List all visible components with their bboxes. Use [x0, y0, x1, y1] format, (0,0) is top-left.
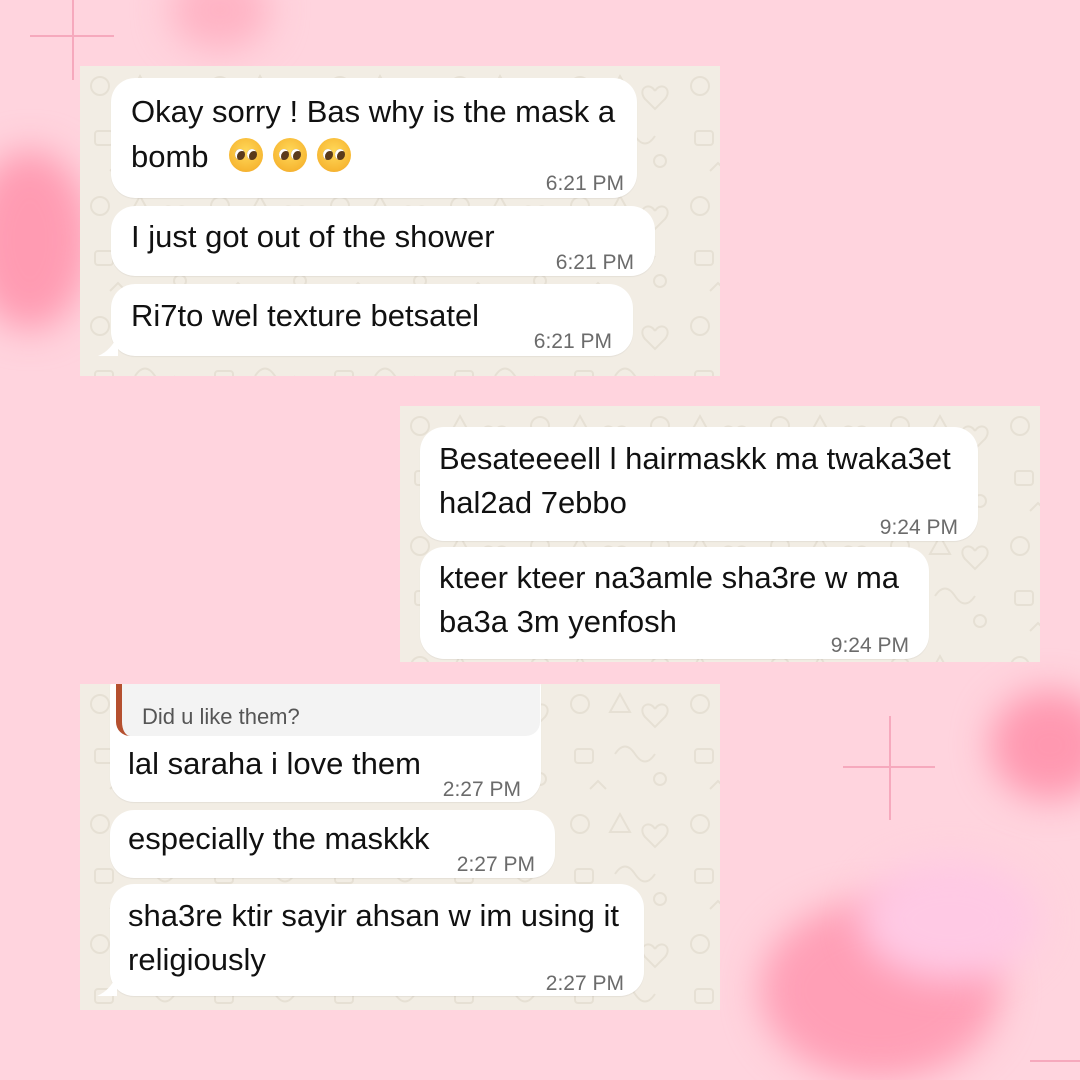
message-text: Besateeeell l hairmaskk ma twaka3et	[439, 441, 951, 476]
message-text: hal2ad 7ebbo	[439, 485, 627, 520]
message-bubble[interactable]: Did u like them? lal saraha i love them …	[110, 684, 541, 802]
message-timestamp: 9:24 PM	[830, 634, 909, 657]
message-timestamp: 2:27 PM	[442, 778, 521, 801]
message-timestamp: 9:24 PM	[879, 516, 958, 539]
message-bubble[interactable]: kteer kteer na3amle sha3re w ma ba3a 3m …	[420, 547, 929, 659]
message-timestamp: 2:27 PM	[545, 972, 624, 995]
bubble-tail	[98, 334, 118, 356]
message-bubble[interactable]: Ri7to wel texture betsatel 6:21 PM	[111, 284, 633, 356]
message-bubble[interactable]: sha3re ktir sayir ahsan w im using it re…	[110, 884, 644, 996]
pleading-face-emoji-icon	[273, 138, 308, 172]
reply-quote-text: Did u like them?	[142, 704, 300, 729]
message-text: kteer kteer na3amle sha3re w ma	[439, 560, 900, 595]
message-text: I just got out of the shower	[131, 219, 495, 254]
heart-blob-decoration	[0, 150, 90, 330]
heart-blob-decoration	[170, 0, 270, 50]
message-text: ba3a 3m yenfosh	[439, 604, 677, 639]
message-timestamp: 6:21 PM	[533, 330, 612, 353]
message-bubble[interactable]: Okay sorry ! Bas why is the mask a bomb …	[111, 78, 637, 198]
chat-screenshot-3: Did u like them? lal saraha i love them …	[80, 684, 720, 1010]
message-bubble[interactable]: Besateeeell l hairmaskk ma twaka3et hal2…	[420, 427, 978, 541]
message-text: lal saraha i love them	[128, 746, 421, 781]
message-text: Ri7to wel texture betsatel	[131, 298, 480, 333]
reply-quote[interactable]: Did u like them?	[116, 684, 540, 736]
chat-screenshot-2: Besateeeell l hairmaskk ma twaka3et hal2…	[400, 406, 1040, 662]
message-bubble[interactable]: especially the maskkk 2:27 PM	[110, 810, 555, 878]
message-text: religiously	[128, 942, 266, 977]
message-timestamp: 6:21 PM	[545, 172, 624, 195]
pleading-face-emoji-icon	[317, 138, 352, 172]
bubble-tail	[97, 974, 117, 996]
message-text: Okay sorry ! Bas why is the mask a	[131, 94, 616, 129]
message-timestamp: 2:27 PM	[456, 853, 535, 876]
message-text: especially the maskkk	[128, 821, 430, 856]
chat-screenshot-1: Okay sorry ! Bas why is the mask a bomb …	[80, 66, 720, 376]
sparkle-icon	[1030, 1020, 1080, 1080]
message-text: sha3re ktir sayir ahsan w im using it	[128, 898, 620, 933]
heart-blob-decoration	[990, 690, 1080, 800]
heart-blob-decoration	[860, 860, 1040, 980]
message-timestamp: 6:21 PM	[555, 251, 634, 274]
pleading-face-emoji-icon	[229, 138, 264, 172]
message-bubble[interactable]: I just got out of the shower 6:21 PM	[111, 206, 655, 276]
sparkle-icon	[843, 716, 935, 820]
message-text: bomb	[131, 134, 361, 179]
